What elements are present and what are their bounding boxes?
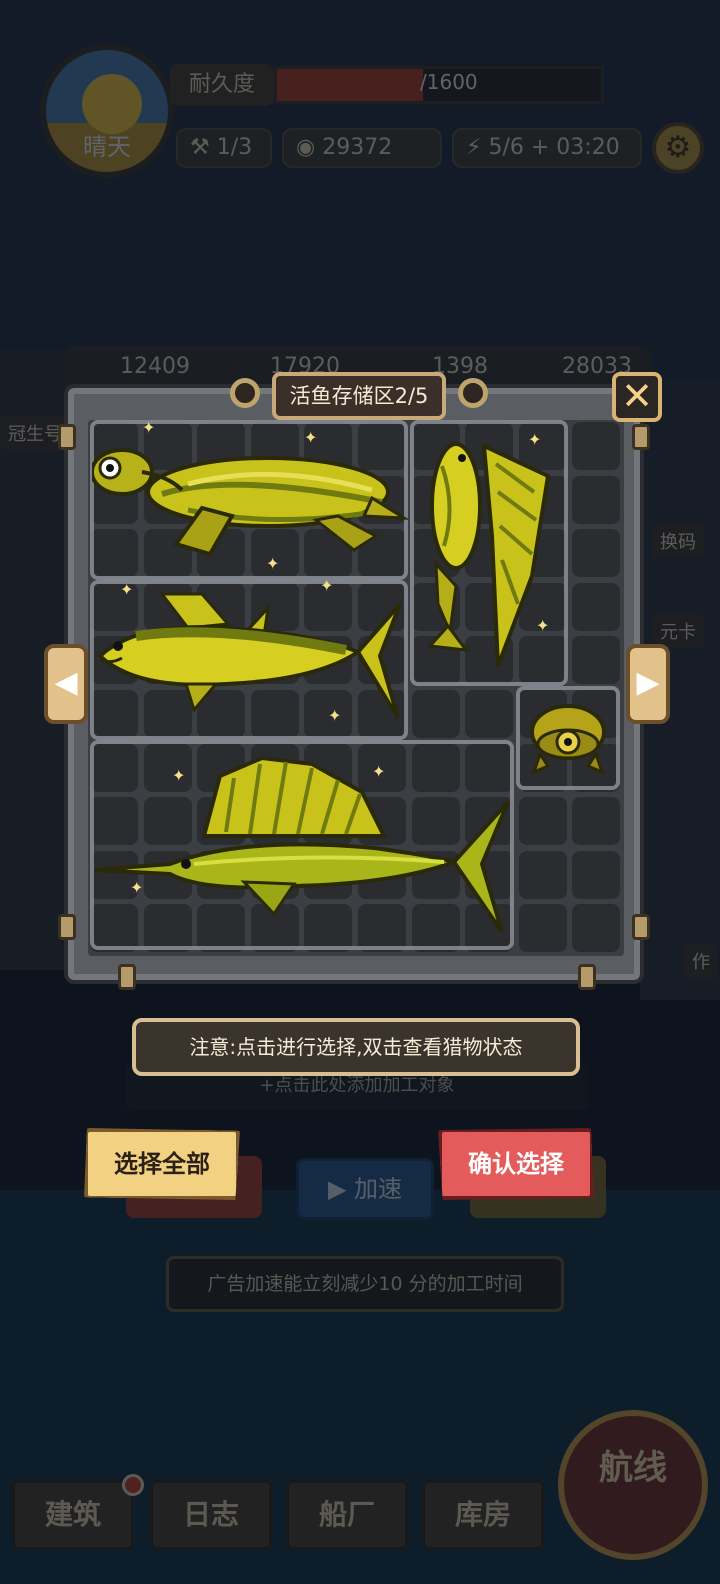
crew-count: 1/3 bbox=[216, 135, 253, 160]
rivet bbox=[58, 424, 76, 450]
storage-cell bbox=[572, 904, 621, 953]
storage-cell bbox=[518, 850, 567, 899]
nav-warehouse: 库房 bbox=[422, 1480, 544, 1550]
durability-label: 耐久度 bbox=[170, 64, 274, 106]
title-ring-right bbox=[458, 378, 488, 408]
sparkle: ✦ bbox=[266, 554, 280, 573]
leatherback-turtle-creature[interactable] bbox=[92, 432, 408, 562]
flying-fish-creature[interactable] bbox=[422, 436, 552, 672]
side-tab-redeem: 换码 bbox=[652, 524, 704, 558]
energy-timer: 03:20 bbox=[556, 135, 620, 160]
storage-cell bbox=[518, 904, 567, 953]
video-camera-icon: ▶ bbox=[327, 1175, 347, 1203]
sparkle: ✦ bbox=[320, 576, 334, 595]
rivet bbox=[632, 914, 650, 940]
hammer-icon: ⚒ bbox=[190, 135, 210, 160]
storage-cell bbox=[572, 529, 621, 578]
route-button: 航线 bbox=[558, 1410, 708, 1560]
sailfish-creature[interactable] bbox=[94, 752, 514, 948]
rivet bbox=[58, 914, 76, 940]
sparkle: ✦ bbox=[120, 580, 134, 599]
side-tab-card: 元卡 bbox=[652, 614, 704, 648]
sun-icon bbox=[82, 74, 142, 134]
sparkle: ✦ bbox=[372, 762, 386, 781]
sparkle: ✦ bbox=[142, 418, 156, 437]
select-all-button[interactable]: 选择全部 bbox=[84, 1128, 240, 1200]
prev-page-arrow[interactable]: ◀ bbox=[44, 644, 88, 724]
plus-icon: + bbox=[530, 135, 550, 160]
mata-mata-turtle-creature[interactable] bbox=[522, 694, 614, 784]
lightning-icon: ⚡ bbox=[466, 135, 482, 160]
speed-up-label: 加速 bbox=[354, 1175, 403, 1203]
rivet bbox=[118, 964, 136, 990]
confirm-selection-button[interactable]: 确认选择 bbox=[438, 1128, 594, 1200]
weather-label: 晴天 bbox=[83, 133, 131, 161]
rivet bbox=[632, 424, 650, 450]
durability-fill bbox=[277, 69, 423, 101]
storage-cell bbox=[572, 475, 621, 524]
close-button[interactable]: ✕ bbox=[612, 372, 662, 422]
storage-cell bbox=[572, 636, 621, 685]
durability-value: /1600 bbox=[420, 70, 478, 94]
notification-dot bbox=[122, 1474, 144, 1496]
title-ring-left bbox=[230, 378, 260, 408]
money-icon: ◉ bbox=[296, 135, 316, 160]
sparkle: ✦ bbox=[536, 616, 550, 635]
next-page-arrow[interactable]: ▶ bbox=[626, 644, 670, 724]
crew-chip: ⚒ 1/3 bbox=[176, 128, 272, 168]
nav-log: 日志 bbox=[150, 1480, 272, 1550]
resource-wood: 12409 bbox=[120, 354, 190, 379]
side-tab-work: 作 bbox=[684, 944, 718, 978]
storage-cell bbox=[465, 690, 514, 738]
storage-cell bbox=[411, 690, 460, 738]
storage-cell bbox=[518, 797, 567, 846]
weather-indicator: 晴天 bbox=[40, 44, 174, 178]
rivet bbox=[578, 964, 596, 990]
storage-cell bbox=[572, 850, 621, 899]
sparkle: ✦ bbox=[528, 430, 542, 449]
storage-title: 活鱼存储区2/5 bbox=[272, 372, 446, 420]
sparkle: ✦ bbox=[328, 706, 342, 725]
nav-building: 建筑 bbox=[12, 1480, 134, 1550]
speed-up-button: ▶ 加速 bbox=[296, 1158, 434, 1220]
ad-speed-tip: 广告加速能立刻减少10 分的加工时间 bbox=[166, 1256, 564, 1312]
storage-cell bbox=[572, 422, 621, 470]
money-value: 29372 bbox=[322, 135, 393, 160]
storage-cell bbox=[572, 797, 621, 846]
sparkle: ✦ bbox=[304, 428, 318, 447]
energy-value: 5/6 bbox=[488, 135, 524, 160]
sparkle: ✦ bbox=[130, 878, 144, 897]
settings-gear-icon[interactable]: ⚙ bbox=[652, 122, 704, 174]
nav-shipyard: 船厂 bbox=[286, 1480, 408, 1550]
sparkle: ✦ bbox=[172, 766, 186, 785]
energy-chip: ⚡ 5/6 + 03:20 bbox=[452, 128, 642, 168]
selection-notice: 注意:点击进行选择,双击查看猎物状态 bbox=[132, 1018, 580, 1076]
tuna-creature[interactable] bbox=[96, 588, 406, 728]
live-fish-storage-panel: 活鱼存储区2/5 ✕ ✦ ✦ ✦ ✦ ✦ ✦ ✦ ✦ ✦ ✦ ✦ bbox=[58, 372, 662, 990]
money-chip: ◉ 29372 bbox=[282, 128, 442, 168]
storage-cell bbox=[572, 582, 621, 631]
